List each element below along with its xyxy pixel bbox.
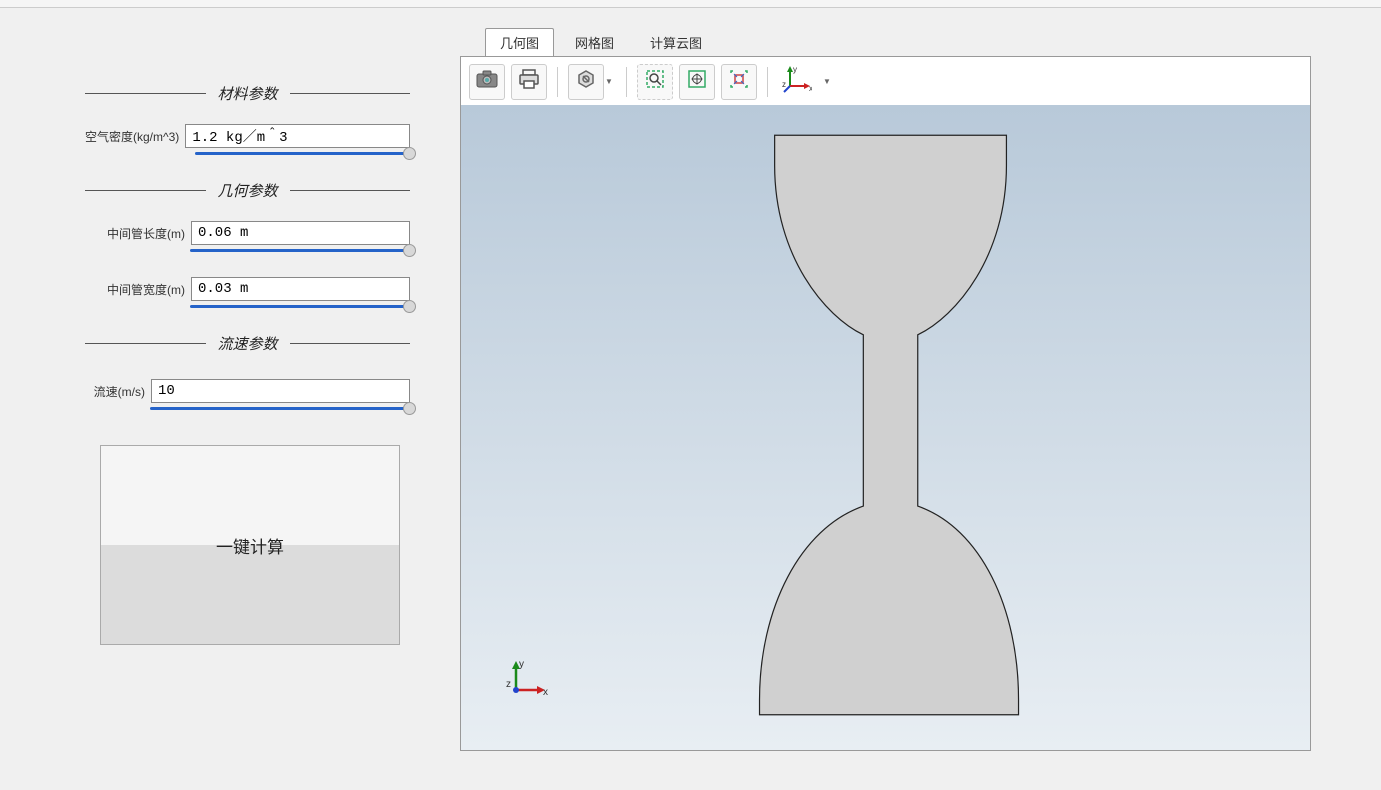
input-velocity[interactable]: [151, 379, 410, 403]
slider-air-density[interactable]: [195, 152, 410, 155]
geometry-shape: [461, 105, 1310, 750]
section-header-geometry: 几何参数: [85, 180, 410, 201]
input-air-density[interactable]: [185, 124, 410, 148]
axis-z-label: z: [506, 679, 511, 690]
viewer-panel: 几何图 网格图 计算云图: [460, 28, 1381, 790]
dropdown-arrow-icon[interactable]: ▼: [604, 77, 614, 86]
toolbar-separator: [767, 67, 768, 97]
viewer-toolbar: ▼: [461, 57, 1310, 107]
screenshot-button[interactable]: [469, 64, 505, 100]
calculate-button[interactable]: 一键计算: [100, 445, 400, 645]
label-tube-length: 中间管长度(m): [85, 225, 185, 242]
geometry-viewport[interactable]: x y z: [461, 105, 1310, 750]
view-tabs: 几何图 网格图 计算云图: [485, 28, 1311, 56]
label-air-density: 空气密度(kg/m^3): [85, 128, 179, 145]
section-header-material: 材料参数: [85, 83, 410, 104]
zoom-selected-icon: [728, 68, 750, 95]
axis-x-label: x: [543, 687, 548, 698]
print-button[interactable]: [511, 64, 547, 100]
slider-track: [150, 407, 410, 410]
slider-tube-width[interactable]: [190, 305, 410, 308]
input-tube-width[interactable]: [191, 277, 410, 301]
param-row-tube-width: 中间管宽度(m): [85, 277, 410, 301]
section-header-flow: 流速参数: [85, 333, 410, 354]
label-velocity: 流速(m/s): [85, 383, 145, 400]
zoom-box-icon: [645, 69, 665, 94]
param-row-tube-length: 中间管长度(m): [85, 221, 410, 245]
window-top-bar: [0, 0, 1381, 8]
zoom-extents-icon: [687, 69, 707, 94]
divider: [85, 343, 206, 344]
divider: [85, 190, 206, 191]
viewer-container: ▼: [460, 56, 1311, 751]
axis-y-label: y: [519, 659, 524, 670]
axis-triad-viewport: x y z: [501, 655, 551, 710]
param-row-air-density: 空气密度(kg/m^3): [85, 124, 410, 148]
tab-mesh[interactable]: 网格图: [560, 28, 629, 56]
toolbar-separator: [626, 67, 627, 97]
zoom-box-button[interactable]: [637, 64, 673, 100]
slider-thumb[interactable]: [403, 244, 416, 257]
tab-geometry[interactable]: 几何图: [485, 28, 554, 56]
axis-triad-toolbar[interactable]: x y z: [778, 62, 816, 101]
slider-tube-length[interactable]: [190, 249, 410, 252]
svg-text:x: x: [809, 84, 812, 93]
divider: [290, 93, 411, 94]
slider-track: [195, 152, 410, 155]
divider: [290, 343, 411, 344]
svg-text:z: z: [782, 80, 786, 89]
slider-velocity[interactable]: [150, 407, 410, 410]
tab-results[interactable]: 计算云图: [635, 28, 717, 56]
divider: [290, 190, 411, 191]
calculate-button-label: 一键计算: [216, 533, 284, 558]
label-tube-width: 中间管宽度(m): [85, 281, 185, 298]
zoom-selected-button[interactable]: [721, 64, 757, 100]
section-title-flow: 流速参数: [206, 333, 290, 354]
divider: [85, 93, 206, 94]
section-title-material: 材料参数: [206, 83, 290, 104]
slider-thumb[interactable]: [403, 402, 416, 415]
svg-text:y: y: [793, 65, 797, 74]
slider-track: [190, 249, 410, 252]
input-tube-length[interactable]: [191, 221, 410, 245]
slider-thumb[interactable]: [403, 300, 416, 313]
printer-icon: [518, 69, 540, 94]
hexagon-icon: [576, 69, 596, 94]
zoom-extents-button[interactable]: [679, 64, 715, 100]
section-title-geometry: 几何参数: [206, 180, 290, 201]
dropdown-arrow-icon[interactable]: ▼: [822, 77, 832, 86]
scene-options-button[interactable]: [568, 64, 604, 100]
camera-icon: [476, 70, 498, 93]
slider-thumb[interactable]: [403, 147, 416, 160]
slider-track: [190, 305, 410, 308]
param-row-velocity: 流速(m/s): [85, 379, 410, 403]
toolbar-separator: [557, 67, 558, 97]
parameters-panel: 材料参数 空气密度(kg/m^3) 几何参数 中间管长度(m): [0, 28, 460, 790]
main-container: 材料参数 空气密度(kg/m^3) 几何参数 中间管长度(m): [0, 8, 1381, 790]
